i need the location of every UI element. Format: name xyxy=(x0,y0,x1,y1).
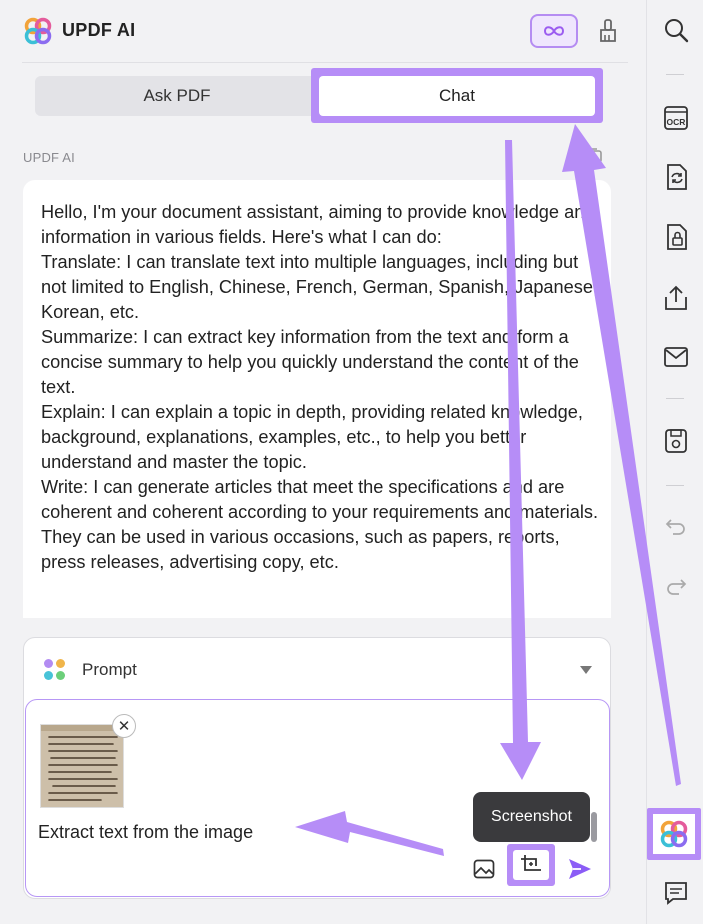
search-button[interactable] xyxy=(662,16,690,44)
right-toolbar xyxy=(646,0,703,924)
brush-icon xyxy=(600,19,616,42)
redo-icon xyxy=(667,579,687,595)
ocr-icon-text: OCR xyxy=(667,117,686,127)
prompt-selector[interactable]: Prompt xyxy=(24,638,610,700)
updf-ai-icon xyxy=(660,820,688,848)
toolbar-divider xyxy=(666,485,684,486)
toolbar-divider xyxy=(666,398,684,399)
message-sender-label: UPDF AI xyxy=(23,150,75,165)
infinity-icon xyxy=(543,26,565,36)
input-scrollbar[interactable] xyxy=(591,812,597,842)
screenshot-tooltip: Screenshot xyxy=(473,792,590,842)
share-icon xyxy=(665,285,687,310)
undo-button[interactable] xyxy=(662,513,690,541)
prompt-label: Prompt xyxy=(82,660,137,679)
share-button[interactable] xyxy=(662,284,690,312)
ocr-button[interactable]: OCR xyxy=(662,104,690,132)
message-paragraph-summarize: Summarize: I can extract key information… xyxy=(41,327,579,397)
copy-icon[interactable] xyxy=(586,146,604,164)
redo-button[interactable] xyxy=(662,573,690,601)
ai-panel-header: UPDF AI xyxy=(0,0,628,62)
updf-logo-icon xyxy=(24,17,52,45)
convert-icon xyxy=(667,164,687,190)
protect-icon xyxy=(667,224,687,250)
comment-button[interactable] xyxy=(662,879,690,907)
protect-button[interactable] xyxy=(662,223,690,251)
prompt-dots-icon xyxy=(44,659,66,681)
chevron-down-icon[interactable] xyxy=(580,666,592,674)
save-icon xyxy=(665,429,687,453)
toolbar-divider xyxy=(666,74,684,75)
tab-chat[interactable]: Chat xyxy=(319,76,595,116)
upload-image-button[interactable] xyxy=(470,855,498,883)
send-button[interactable] xyxy=(566,855,594,883)
tab-ask-pdf[interactable]: Ask PDF xyxy=(35,76,319,116)
message-paragraph-translate: Translate: I can translate text into mul… xyxy=(41,252,599,322)
remove-attachment-button[interactable]: ✕ xyxy=(112,714,136,738)
header-divider xyxy=(22,62,628,63)
message-input-text[interactable]: Extract text from the image xyxy=(38,822,253,843)
message-paragraph-intro: Hello, I'm your document assistant, aimi… xyxy=(41,202,595,247)
screenshot-button[interactable] xyxy=(513,850,549,880)
infinity-button[interactable] xyxy=(530,14,578,48)
search-icon xyxy=(665,19,689,43)
convert-button[interactable] xyxy=(662,163,690,191)
app-title: UPDF AI xyxy=(62,20,136,40)
message-paragraph-write: Write: I can generate articles that meet… xyxy=(41,477,599,572)
image-icon xyxy=(473,859,495,879)
save-button[interactable] xyxy=(662,427,690,455)
send-icon xyxy=(569,859,591,879)
undo-icon xyxy=(665,519,685,535)
screenshot-crop-icon xyxy=(521,855,541,871)
attached-image-thumbnail[interactable] xyxy=(40,724,124,808)
assistant-message-text: Hello, I'm your document assistant, aimi… xyxy=(41,200,601,575)
updf-ai-button[interactable] xyxy=(653,814,695,854)
manuscript-thumbnail-image xyxy=(41,725,123,807)
comment-icon xyxy=(665,882,687,905)
mail-icon xyxy=(664,347,688,367)
assistant-message: Hello, I'm your document assistant, aimi… xyxy=(23,180,611,618)
clear-chat-button[interactable] xyxy=(594,16,622,46)
email-button[interactable] xyxy=(662,343,690,371)
ocr-icon: OCR xyxy=(664,106,688,130)
message-paragraph-explain: Explain: I can explain a topic in depth,… xyxy=(41,402,583,472)
